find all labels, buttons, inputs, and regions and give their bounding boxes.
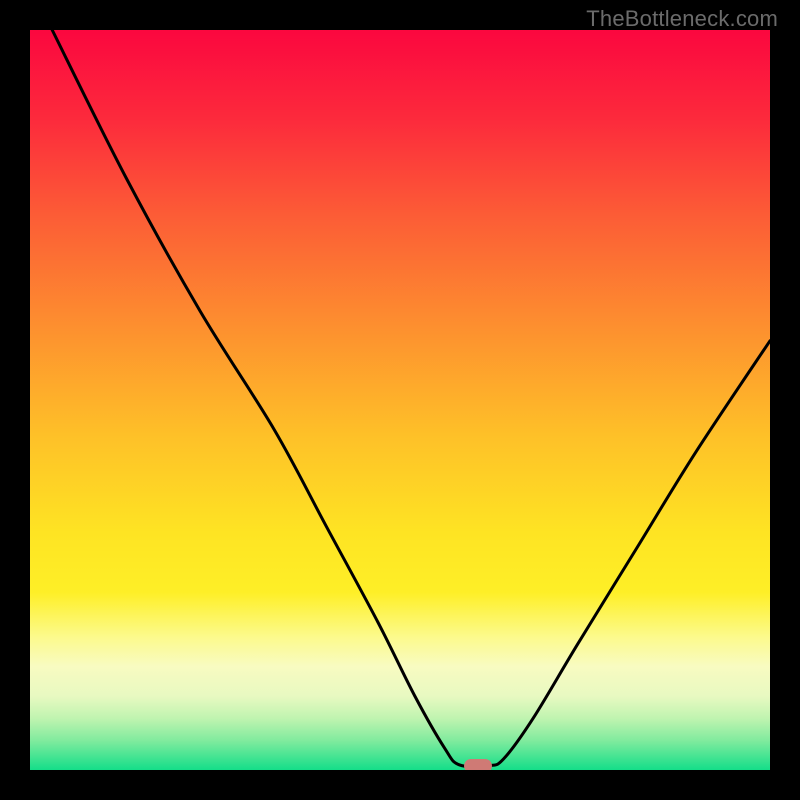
watermark-text: TheBottleneck.com — [586, 6, 778, 32]
optimum-marker — [464, 759, 492, 770]
chart-frame: TheBottleneck.com — [0, 0, 800, 800]
bottleneck-curve — [30, 30, 770, 770]
plot-area — [30, 30, 770, 770]
